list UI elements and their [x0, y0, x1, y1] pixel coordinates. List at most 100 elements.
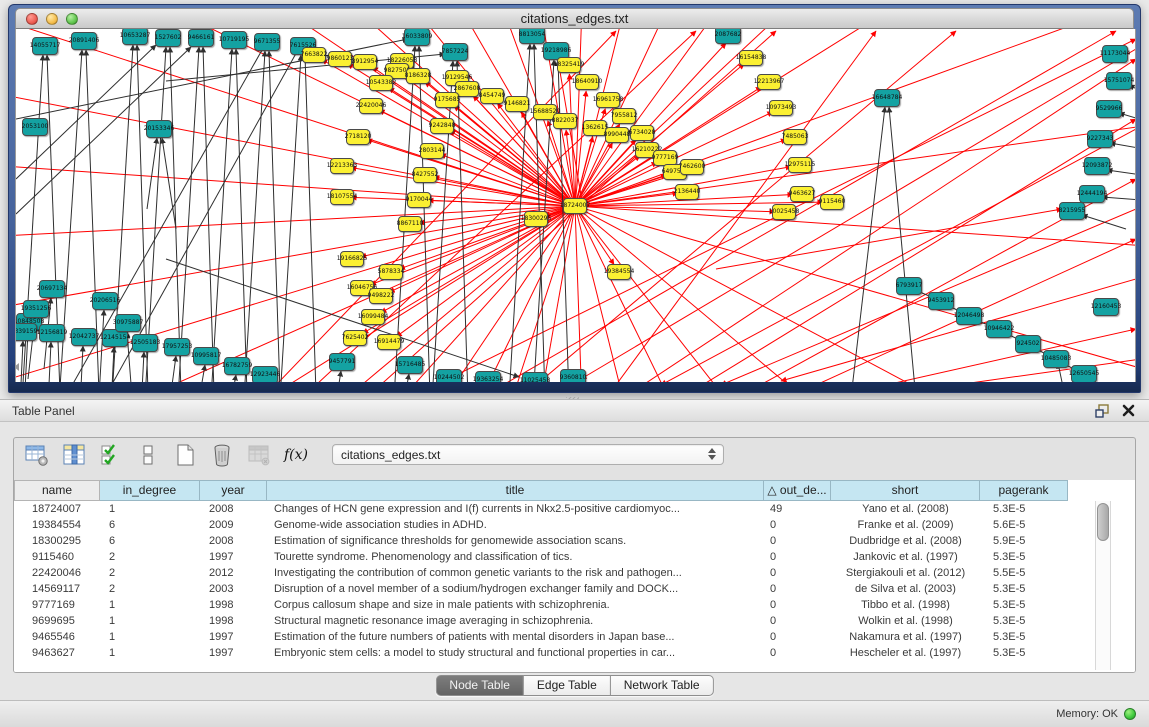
column-header-short[interactable]: short — [831, 480, 980, 501]
graph-node[interactable] — [346, 129, 370, 145]
cell-pagerank[interactable]: 5.9E-5 — [980, 533, 1068, 549]
graph-node[interactable] — [956, 307, 982, 325]
graph-node[interactable] — [519, 29, 545, 44]
cell-short[interactable]: Wolkin et al. (1998) — [831, 613, 980, 629]
cell-out_degree[interactable]: 0 — [764, 629, 831, 645]
cell-short[interactable]: Franke et al. (2009) — [831, 517, 980, 533]
graph-node[interactable] — [132, 334, 158, 352]
table-row[interactable]: 969969511998Structural magnetic resonanc… — [14, 613, 1135, 629]
function-builder-icon[interactable]: f(x) — [283, 442, 309, 468]
cell-title[interactable]: Structural magnetic resonance image aver… — [267, 613, 764, 629]
graph-node[interactable] — [874, 89, 900, 107]
close-icon[interactable] — [1119, 403, 1137, 419]
graph-node[interactable] — [612, 108, 636, 124]
table-row[interactable]: 1938455462009Genome-wide association stu… — [14, 517, 1135, 533]
cell-name[interactable]: 9463627 — [14, 645, 100, 661]
cell-name[interactable]: 18724007 — [14, 501, 100, 517]
graph-node[interactable] — [1093, 298, 1119, 316]
cell-pagerank[interactable]: 5.3E-5 — [980, 597, 1068, 613]
column-header-pagerank[interactable]: pagerank — [980, 480, 1068, 501]
cell-title[interactable]: Tourette syndrome. Phenomenology and cla… — [267, 549, 764, 565]
table-settings-icon[interactable] — [24, 442, 50, 468]
graph-node[interactable] — [1059, 202, 1085, 220]
graph-node[interactable] — [23, 300, 49, 318]
select-all-check-icon[interactable] — [98, 442, 124, 468]
graph-node[interactable] — [397, 356, 423, 374]
graph-node[interactable] — [221, 31, 247, 49]
column-header-title[interactable]: title — [267, 480, 764, 501]
cell-out_degree[interactable]: 0 — [764, 565, 831, 581]
cell-name[interactable]: 9465546 — [14, 629, 100, 645]
graph-node[interactable] — [369, 75, 393, 91]
cell-out_degree[interactable]: 0 — [764, 613, 831, 629]
graph-node[interactable] — [680, 159, 704, 175]
cell-year[interactable]: 2008 — [200, 533, 267, 549]
graph-node[interactable] — [328, 51, 352, 67]
table-row[interactable]: 911546021997Tourette syndrome. Phenomeno… — [14, 549, 1135, 565]
graph-node[interactable] — [406, 68, 430, 84]
cell-in_degree[interactable]: 1 — [100, 613, 200, 629]
column-header-out_degree[interactable]: △ out_de... — [764, 480, 831, 501]
graph-node[interactable] — [193, 347, 219, 365]
graph-node[interactable] — [115, 314, 141, 332]
tab-node-table[interactable]: Node Table — [435, 675, 524, 696]
graph-node[interactable] — [769, 100, 793, 116]
graph-node[interactable] — [560, 369, 586, 382]
graph-node[interactable] — [22, 118, 48, 136]
cell-year[interactable]: 1998 — [200, 597, 267, 613]
cell-pagerank[interactable]: 5.3E-5 — [980, 629, 1068, 645]
table-row[interactable]: 1830029562008Estimation of significance … — [14, 533, 1135, 549]
network-window-titlebar[interactable]: citations_edges.txt — [15, 8, 1134, 29]
graph-node[interactable] — [1043, 350, 1069, 368]
graph-node[interactable] — [896, 277, 922, 295]
cell-year[interactable]: 2012 — [200, 565, 267, 581]
cell-in_degree[interactable]: 6 — [100, 533, 200, 549]
cell-year[interactable]: 2003 — [200, 581, 267, 597]
graph-node[interactable] — [39, 280, 65, 298]
cell-name[interactable]: 9699695 — [14, 613, 100, 629]
graph-node[interactable] — [252, 366, 278, 382]
graph-node[interactable] — [522, 372, 548, 382]
cell-year[interactable]: 2009 — [200, 517, 267, 533]
scrollbar-thumb[interactable] — [1097, 503, 1109, 541]
cell-name[interactable]: 14569117 — [14, 581, 100, 597]
graph-node[interactable] — [1106, 72, 1132, 90]
cell-in_degree[interactable]: 2 — [100, 549, 200, 565]
float-window-icon[interactable] — [1093, 403, 1111, 419]
delete-column-icon[interactable] — [209, 442, 235, 468]
graph-node[interactable] — [254, 33, 280, 51]
cell-title[interactable]: Estimation of the future numbers of pati… — [267, 629, 764, 645]
cell-title[interactable]: Investigating the contribution of common… — [267, 565, 764, 581]
table-vertical-scrollbar[interactable] — [1095, 501, 1111, 670]
graph-node[interactable] — [329, 353, 355, 371]
graph-node[interactable] — [575, 74, 599, 90]
graph-node[interactable] — [1102, 45, 1128, 63]
graph-node[interactable] — [302, 47, 326, 63]
cell-title[interactable]: Disruption of a novel member of a sodium… — [267, 581, 764, 597]
column-header-in_degree[interactable]: in_degree — [100, 480, 200, 501]
cell-out_degree[interactable]: 0 — [764, 645, 831, 661]
graph-node[interactable] — [436, 369, 462, 382]
cell-short[interactable]: Tibbo et al. (1998) — [831, 597, 980, 613]
cell-in_degree[interactable]: 1 — [100, 501, 200, 517]
cell-in_degree[interactable]: 1 — [100, 629, 200, 645]
table-row[interactable]: 2242004622012Investigating the contribut… — [14, 565, 1135, 581]
graph-node[interactable] — [1015, 335, 1041, 353]
graph-node[interactable] — [715, 29, 741, 44]
graph-node[interactable] — [122, 29, 148, 45]
table-row[interactable]: 1456911722003Disruption of a novel membe… — [14, 581, 1135, 597]
graph-node[interactable] — [524, 211, 548, 227]
cell-title[interactable]: Corpus callosum shape and size in male p… — [267, 597, 764, 613]
cell-short[interactable]: Jankovic et al. (1997) — [831, 549, 980, 565]
graph-node[interactable] — [1084, 157, 1110, 175]
graph-node[interactable] — [39, 324, 65, 342]
graph-node[interactable] — [986, 320, 1012, 338]
graph-node[interactable] — [820, 194, 844, 210]
graph-node[interactable] — [164, 338, 190, 356]
cell-short[interactable]: de Silva et al. (2003) — [831, 581, 980, 597]
graph-node[interactable] — [1071, 365, 1097, 382]
cell-out_degree[interactable]: 0 — [764, 517, 831, 533]
cell-pagerank[interactable]: 5.3E-5 — [980, 549, 1068, 565]
cell-out_degree[interactable]: 0 — [764, 581, 831, 597]
graph-node[interactable] — [553, 113, 577, 129]
